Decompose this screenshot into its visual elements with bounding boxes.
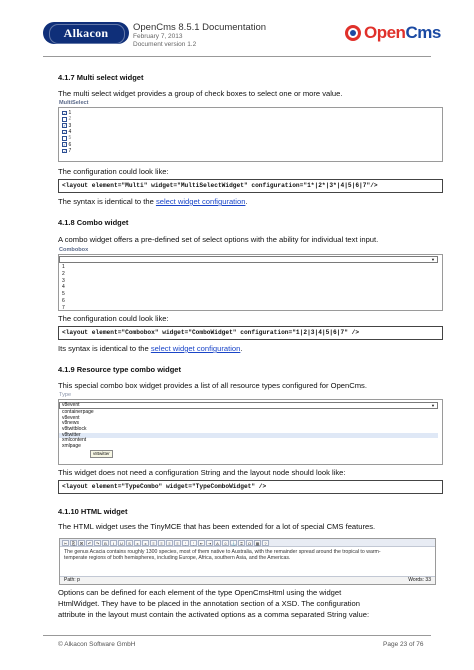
toolbar-button[interactable]: ⎘	[70, 540, 77, 546]
opencms-logo: OpenCms	[345, 22, 441, 44]
toolbar-button[interactable]: ↶	[86, 540, 93, 546]
multi-syntax: The syntax is identical to the select wi…	[58, 197, 248, 206]
multi-option-label: 1	[68, 110, 72, 117]
typecombo-widget-label: Type	[59, 392, 72, 398]
toolbar-button[interactable]: ⌗	[238, 540, 245, 546]
doc-version: Document version 1.2	[133, 41, 197, 48]
toolbar-button[interactable]: ≡	[166, 540, 173, 546]
html-intro: The HTML widget uses the TinyMCE that ha…	[58, 522, 376, 531]
combo-config-intro: The configuration could look like:	[58, 314, 169, 323]
typecombo-note: This widget does not need a configuratio…	[58, 468, 346, 477]
typecombo-code: <layout element="TypeCombo" widget="Type…	[58, 480, 443, 494]
toolbar-button[interactable]: ⋮	[182, 540, 189, 546]
toolbar-button[interactable]: ✂	[62, 540, 69, 546]
editor-statusbar: Path: p Words: 33	[60, 577, 435, 584]
combo-option[interactable]: 6	[59, 298, 438, 305]
combo-syntax-link[interactable]: select widget configuration	[151, 344, 241, 353]
toolbar-button[interactable]: Ω	[246, 540, 253, 546]
chevron-down-icon[interactable]: ▼	[431, 403, 435, 408]
typecombo-option[interactable]: xmlpage	[59, 443, 438, 450]
checkbox-checked-icon[interactable]: ✓	[62, 129, 67, 135]
toolbar-button[interactable]: ▦	[254, 540, 261, 546]
multi-option-label: 5	[68, 135, 72, 142]
combo-widget-label: Combobox	[59, 247, 89, 253]
html-options-line1: Options can be defined for each element …	[58, 588, 342, 597]
multi-option-label: 4	[68, 129, 72, 136]
chevron-down-icon[interactable]: ▼	[431, 257, 435, 262]
editor-content[interactable]: The genus Acacia contains roughly 1300 s…	[60, 547, 435, 577]
multi-syntax-link[interactable]: select widget configuration	[156, 197, 246, 206]
footer-copyright: © Alkacon Software GmbH	[58, 641, 136, 648]
toolbar-button[interactable]: S	[126, 540, 133, 546]
combo-option[interactable]: 2	[59, 271, 438, 278]
toolbar-button[interactable]: A	[214, 540, 221, 546]
typecombo-option-list: containerpage v8event v8news v8twitblock v8t…	[59, 409, 438, 450]
multi-option-label: 6	[68, 141, 72, 148]
checkbox-checked-icon[interactable]: ✓	[62, 142, 67, 147]
toolbar-button[interactable]: ≡	[174, 540, 181, 546]
footer-page-number: Page 23 of 76	[383, 641, 424, 648]
doc-date: February 7, 2013	[133, 33, 183, 40]
editor-toolbar: ✂ ⎘ ⌘ ↶ ↷ B I U Sx x ≡ ≡ ≡ ≡ ⋮ ⋮ ⇤ ⇥ A ☺ ⚓ ⌗ Ω ▦?	[60, 539, 435, 547]
footer-divider	[43, 635, 431, 636]
html-heading: 4.1.10 HTML widget	[58, 507, 128, 516]
combo-option-list: 1234567	[59, 264, 438, 312]
combo-option[interactable]: 5	[59, 291, 438, 298]
multi-option-label: 7	[68, 147, 72, 154]
toolbar-button[interactable]: ⚓	[230, 540, 237, 546]
combo-intro: A combo widget offers a pre-defined set …	[58, 235, 379, 244]
typecombo-intro: This special combo box widget provides a…	[58, 381, 367, 390]
toolbar-button[interactable]: ⌘	[78, 540, 85, 546]
multi-widget-label: MultiSelect	[59, 100, 89, 106]
checkbox-checked-icon[interactable]: ✓	[62, 123, 67, 128]
checkbox-unchecked-icon[interactable]	[62, 117, 67, 122]
combo-syntax: Its syntax is identical to the select wi…	[58, 344, 243, 353]
toolbar-button[interactable]: ?	[262, 540, 269, 546]
toolbar-button[interactable]: ⇤	[198, 540, 205, 546]
multi-option-label: 2	[68, 116, 72, 123]
toolbar-button[interactable]: ↷	[94, 540, 101, 546]
combo-heading: 4.1.8 Combo widget	[58, 218, 129, 227]
multi-code: <layout element="Multi" widget="MultiSel…	[58, 179, 443, 193]
multi-intro: The multi select widget provides a group…	[58, 89, 343, 98]
checkbox-unchecked-icon[interactable]	[62, 136, 67, 141]
combo-option[interactable]: 7	[59, 305, 438, 312]
toolbar-button[interactable]: U	[118, 540, 125, 546]
html-options-line2: HtmlWidget. They have to be placed in th…	[58, 599, 360, 608]
html-options-line3: attribute in the layout must contain the…	[58, 610, 370, 619]
document-page: Alkacon OpenCms 8.5.1 Documentation Febr…	[0, 0, 474, 670]
typecombo-tooltip: v8twitter	[90, 450, 113, 458]
combo-option[interactable]: 1	[59, 264, 438, 271]
typecombo-heading: 4.1.9 Resource type combo widget	[58, 365, 181, 374]
alkacon-logo: Alkacon	[43, 22, 129, 44]
multi-heading: 4.1.7 Multi select widget	[58, 73, 144, 82]
toolbar-button[interactable]: x	[134, 540, 141, 546]
multi-option: ✓ 7	[62, 148, 439, 154]
toolbar-button[interactable]: ≡	[158, 540, 165, 546]
typecombo-select[interactable]: v8event ▼	[59, 402, 438, 409]
toolbar-button[interactable]: ☺	[222, 540, 229, 546]
toolbar-button[interactable]: ≡	[150, 540, 157, 546]
toolbar-button[interactable]: ⇥	[206, 540, 213, 546]
header-divider	[43, 56, 431, 57]
toolbar-button[interactable]: B	[102, 540, 109, 546]
toolbar-button[interactable]: ⋮	[190, 540, 197, 546]
doc-title: OpenCms 8.5.1 Documentation	[133, 22, 267, 33]
multi-config-intro: The configuration could look like:	[58, 167, 169, 176]
combo-option[interactable]: 3	[59, 278, 438, 285]
multi-option-label: 3	[68, 122, 72, 129]
checkbox-checked-icon[interactable]: ✓	[62, 148, 67, 154]
combo-code: <layout element="Combobox" widget="Combo…	[58, 326, 443, 340]
opencms-logo-icon	[345, 25, 361, 41]
toolbar-button[interactable]: I	[110, 540, 117, 546]
editor-word-count: Words: 33	[408, 577, 431, 583]
combo-select[interactable]: ▼	[59, 256, 438, 263]
checkbox-checked-icon[interactable]: ✓	[62, 110, 67, 116]
html-editor-widget: ✂ ⎘ ⌘ ↶ ↷ B I U Sx x ≡ ≡ ≡ ≡ ⋮ ⋮ ⇤ ⇥ A ☺ ⚓ ⌗ Ω ▦? The genus Aca…	[59, 538, 436, 585]
toolbar-button[interactable]: x	[142, 540, 149, 546]
editor-path: Path: p	[64, 577, 80, 583]
multi-select-widget: ✓ 1 2 ✓ 3 ✓ 4 5 ✓ 6 ✓ 7	[58, 107, 443, 162]
combo-option[interactable]: 4	[59, 284, 438, 291]
